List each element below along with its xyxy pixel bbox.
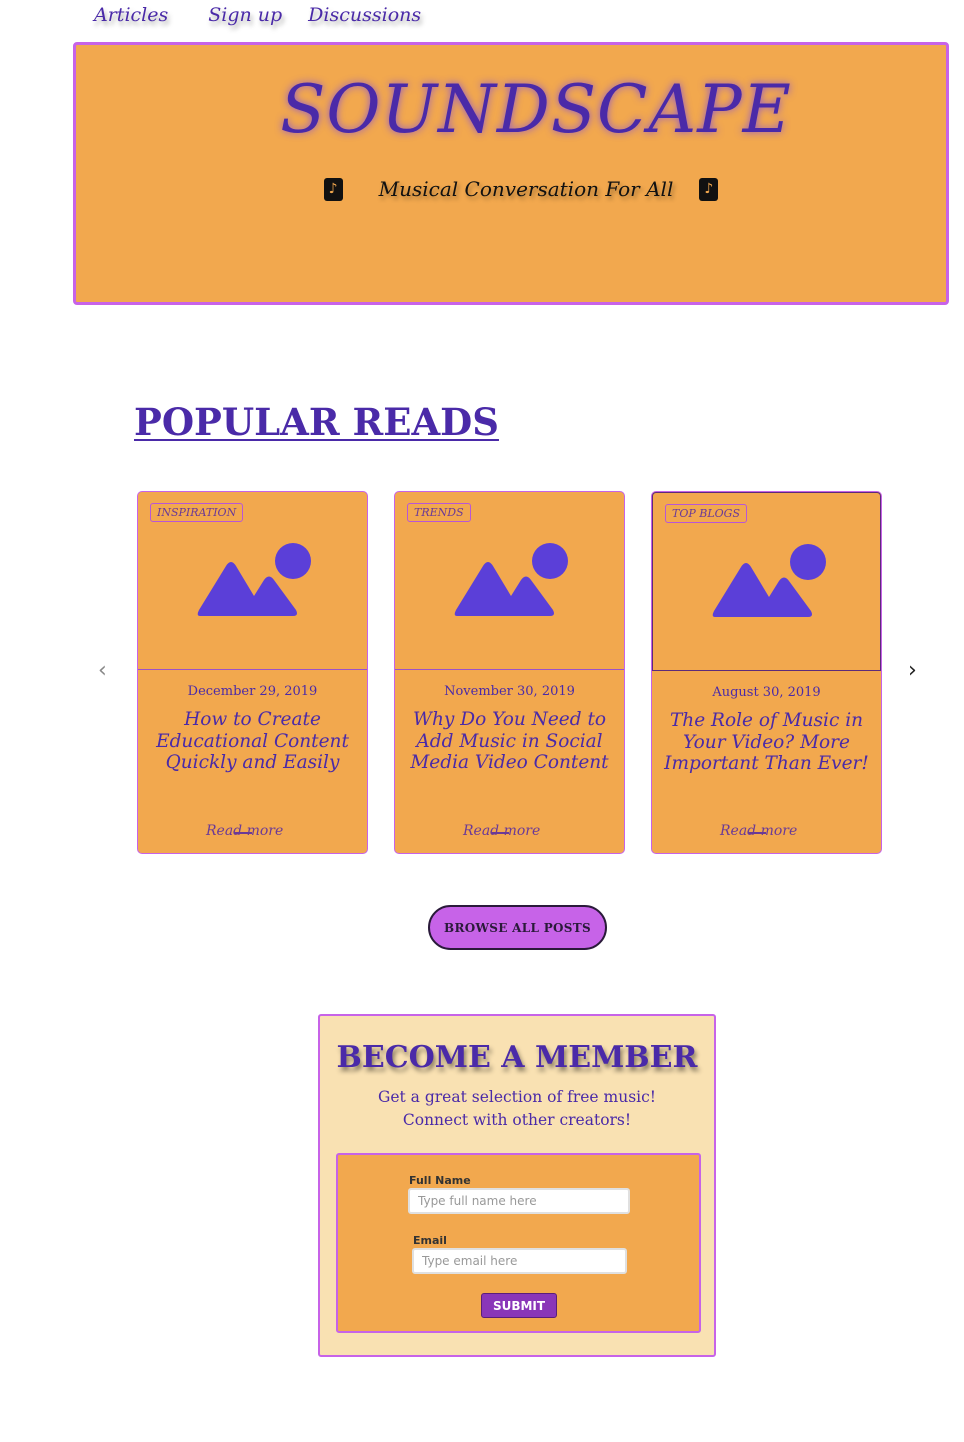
full-name-input[interactable] <box>408 1188 630 1214</box>
post-title[interactable]: The Role of Music in Your Video? More Im… <box>652 710 881 775</box>
arrow-right-icon <box>234 832 252 834</box>
post-title[interactable]: Why Do You Need to Add Music in Social M… <box>395 709 624 774</box>
nav-link-sign-up[interactable]: Sign up <box>208 4 282 26</box>
arrow-right-icon <box>491 832 509 834</box>
read-more-label: Read more <box>720 823 798 839</box>
nav-link-discussions[interactable]: Discussions <box>308 4 421 26</box>
full-name-label: Full Name <box>409 1174 471 1187</box>
read-more-label: Read more <box>206 823 284 839</box>
music-note-icon: ♪ <box>323 177 343 201</box>
post-image-area: TOP BLOGS <box>652 492 881 671</box>
hero-subtitle-row: ♪ Musical Conversation For All ♪ <box>76 177 946 201</box>
hero-banner: SOUNDSCAPE ♪ Musical Conversation For Al… <box>73 42 949 305</box>
post-category-tag[interactable]: TOP BLOGS <box>665 504 747 523</box>
submit-button[interactable]: SUBMIT <box>481 1293 557 1318</box>
read-more-link[interactable]: Read more <box>206 823 283 839</box>
read-more-link[interactable]: Read more <box>463 823 540 839</box>
chevron-left-icon[interactable]: ‹ <box>98 660 107 682</box>
post-image-area: TRENDS <box>395 492 624 670</box>
browse-all-posts-button[interactable]: BROWSE ALL POSTS <box>428 905 607 950</box>
membership-panel: BECOME A MEMBER Get a great selection of… <box>318 1014 716 1357</box>
image-placeholder-icon <box>454 543 568 616</box>
post-image-area: INSPIRATION <box>138 492 367 670</box>
post-date: August 30, 2019 <box>712 685 821 700</box>
post-date: November 30, 2019 <box>444 684 575 699</box>
read-more-label: Read more <box>463 823 541 839</box>
popular-reads-heading: POPULAR READS <box>134 400 499 444</box>
post-category-tag[interactable]: INSPIRATION <box>150 503 244 522</box>
post-card[interactable]: TOP BLOGS August 30, 2019 The Role of Mu… <box>651 491 882 854</box>
membership-line-1: Get a great selection of free music! <box>377 1088 657 1106</box>
post-category-tag[interactable]: TRENDS <box>407 503 471 522</box>
signup-form: Full Name Email SUBMIT <box>336 1153 701 1333</box>
chevron-right-icon[interactable]: › <box>908 660 917 682</box>
membership-heading: BECOME A MEMBER <box>336 1040 698 1075</box>
image-placeholder-icon <box>197 543 311 616</box>
membership-line-2: Connect with other creators! <box>402 1111 632 1129</box>
arrow-right-icon <box>748 832 766 834</box>
nav-link-articles[interactable]: Articles <box>94 4 168 26</box>
music-note-icon: ♪ <box>699 177 719 201</box>
email-label: Email <box>413 1234 447 1247</box>
post-title[interactable]: How to Create Educational Content Quickl… <box>138 709 367 774</box>
post-card[interactable]: INSPIRATION December 29, 2019 How to Cre… <box>137 491 368 854</box>
top-nav: Articles Sign up Discussions <box>94 4 447 26</box>
site-title: SOUNDSCAPE <box>280 71 792 148</box>
post-date: December 29, 2019 <box>187 684 318 699</box>
hero-subtitle: Musical Conversation For All <box>378 177 674 201</box>
image-placeholder-icon <box>712 544 826 617</box>
read-more-link[interactable]: Read more <box>720 823 797 839</box>
email-input[interactable] <box>412 1248 627 1274</box>
post-card[interactable]: TRENDS November 30, 2019 Why Do You Need… <box>394 491 625 854</box>
membership-description: Get a great selection of free music! Con… <box>320 1086 714 1132</box>
